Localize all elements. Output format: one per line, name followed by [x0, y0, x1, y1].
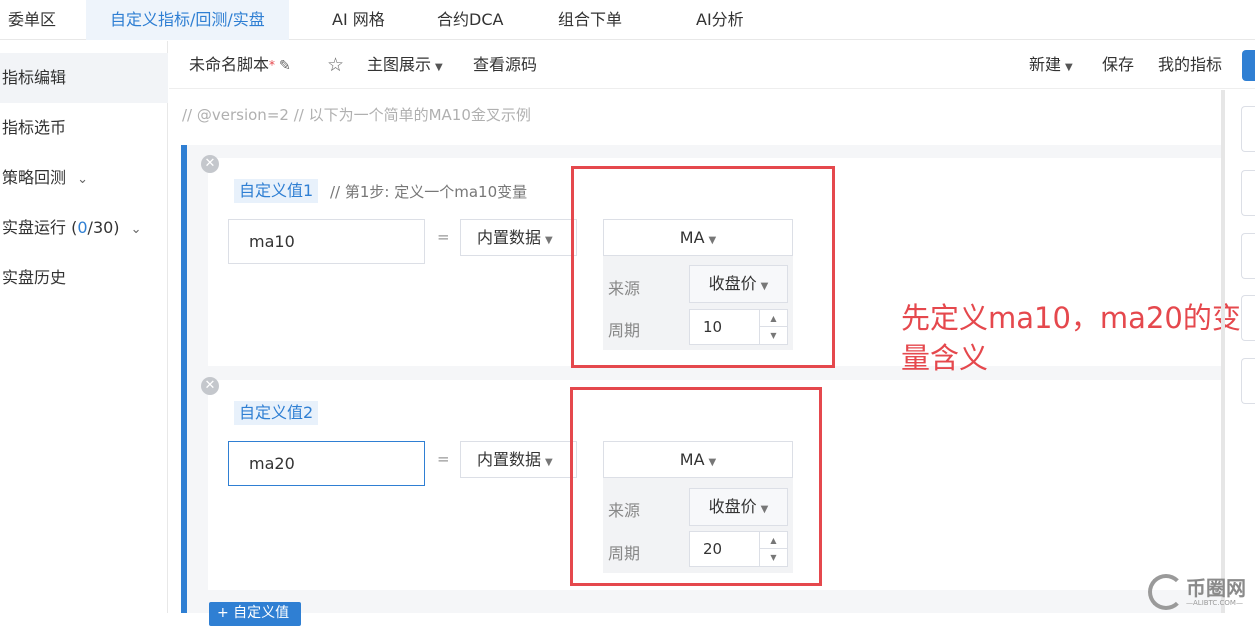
tab-ai-analysis[interactable]: AI分析 [696, 0, 744, 40]
close-icon[interactable]: ✕ [201, 155, 219, 173]
variable-name-input[interactable]: ma20 [228, 441, 425, 486]
tab-custom-indicators[interactable]: 自定义指标/回测/实盘 [86, 0, 289, 40]
caret-down-icon: ▼ [435, 62, 443, 73]
watermark-brand: 币圈网 [1186, 576, 1246, 600]
brand-logo-icon [1148, 574, 1184, 610]
annotation-text: 先定义ma10，ma20的变 量含义 [901, 298, 1255, 378]
unsaved-marker: * [269, 58, 276, 72]
highlight-box [570, 387, 822, 586]
source-type-select[interactable]: 内置数据 ▼ [460, 441, 577, 478]
source-type-select[interactable]: 内置数据 ▼ [460, 219, 577, 256]
caret-down-icon: ▼ [1065, 62, 1073, 73]
star-icon[interactable]: ☆ [327, 41, 344, 89]
sidebar-item-backtest[interactable]: 策略回测 ⌄ [0, 153, 168, 203]
edit-icon[interactable]: ✎ [279, 58, 291, 74]
side-panel-tab[interactable] [1241, 106, 1255, 152]
script-name[interactable]: 未命名脚本* ✎ [189, 41, 291, 89]
editor-gutter-bar [181, 145, 187, 613]
caret-down-icon: ▼ [545, 235, 553, 246]
editor-toolbar: 未命名脚本* ✎ ☆ 主图展示 ▼ 查看源码 新建 ▼ 保存 我的指标 [169, 41, 1255, 89]
sidebar-item-label: 实盘历史 [2, 268, 67, 287]
side-panel-tab[interactable] [1241, 170, 1255, 216]
variable-comment: // 第1步: 定义一个ma10变量 [330, 183, 528, 201]
side-panel-tab[interactable] [1241, 295, 1255, 341]
main-chart-dropdown[interactable]: 主图展示 ▼ [367, 41, 443, 89]
watermark: 币圈网 —ALIBTC.COM— [1148, 572, 1255, 613]
equals-sign: = [437, 228, 450, 246]
sidebar-item-label: 策略回测 [2, 168, 67, 187]
side-panel-tab[interactable] [1241, 233, 1255, 279]
sidebar-item-indicator-edit[interactable]: 指标编辑 [0, 53, 168, 103]
tab-orders[interactable]: 委单区 [8, 0, 56, 40]
version-comment: // @version=2 // 以下为一个简单的MA10金叉示例 [182, 106, 531, 124]
tab-ai-grid[interactable]: AI 网格 [332, 0, 385, 40]
chevron-down-icon: ⌄ [77, 172, 89, 187]
close-icon[interactable]: ✕ [201, 377, 219, 395]
tab-contract-dca[interactable]: 合约DCA [437, 0, 503, 40]
save-button[interactable]: 保存 [1102, 41, 1134, 89]
my-indicators-button[interactable]: 我的指标 [1158, 41, 1222, 89]
highlight-box [571, 166, 835, 368]
variable-tag: 自定义值2 [234, 401, 319, 425]
sidebar: 指标编辑 指标选币 策略回测 ⌄ 实盘运行 (0/30) ⌄ 实盘历史 [0, 41, 168, 613]
sidebar-item-live-run[interactable]: 实盘运行 (0/30) ⌄ [0, 203, 168, 253]
sidebar-item-label: 实盘运行 [2, 218, 67, 237]
new-dropdown[interactable]: 新建 ▼ [1029, 41, 1073, 89]
watermark-url: —ALIBTC.COM— [1186, 599, 1243, 607]
view-source-button[interactable]: 查看源码 [473, 41, 537, 89]
sidebar-item-live-history[interactable]: 实盘历史 [0, 253, 168, 303]
sidebar-item-label: 指标选币 [2, 118, 67, 137]
annotation-line: 量含义 [901, 341, 989, 375]
tab-combo-order[interactable]: 组合下单 [558, 0, 622, 40]
chevron-down-icon: ⌄ [130, 222, 142, 237]
scrollbar[interactable] [1221, 90, 1225, 613]
variable-name-input[interactable]: ma10 [228, 219, 425, 264]
sidebar-item-indicator-select[interactable]: 指标选币 [0, 103, 168, 153]
annotation-line: 先定义ma10，ma20的变 [901, 301, 1241, 335]
top-tab-bar: 委单区 自定义指标/回测/实盘 AI 网格 合约DCA 组合下单 AI分析 [0, 0, 1255, 40]
live-run-count: (0/30) [71, 218, 120, 237]
side-panel-tab[interactable] [1241, 358, 1255, 404]
variable-tag: 自定义值1 [234, 179, 319, 203]
primary-action-button[interactable] [1242, 50, 1255, 81]
equals-sign: = [437, 450, 450, 468]
add-definition-button[interactable]: + 自定义值 [209, 602, 301, 626]
caret-down-icon: ▼ [545, 457, 553, 468]
sidebar-item-label: 指标编辑 [2, 68, 67, 87]
